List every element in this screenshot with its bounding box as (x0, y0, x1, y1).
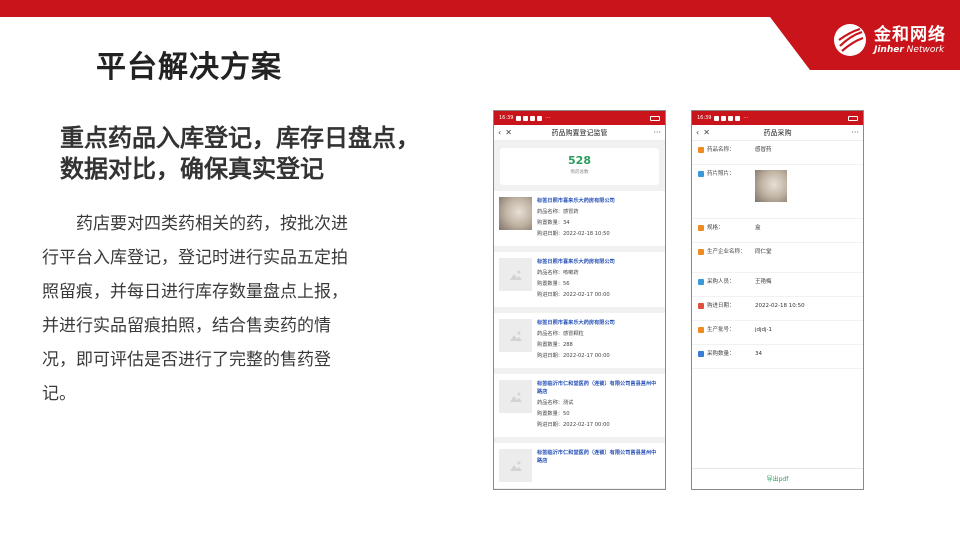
record-drug-name: 药品名称：感冒药 (537, 209, 579, 215)
record-store: 标签临沂市仁和堂医药（连锁）有限公司莒县莒州中路店 (537, 381, 657, 395)
record-store: 标签日照市喜来乐大药房有限公司 (537, 198, 615, 204)
field-label: 规格： (707, 225, 724, 231)
record-quantity: 购置数量：288 (537, 342, 573, 348)
purchase-record[interactable]: 标签日照市喜来乐大药房有限公司 药品名称：感冒颗粒 购置数量：288 购进日期：202… (494, 313, 665, 368)
calendar-icon (698, 303, 704, 309)
image-placeholder-icon (499, 258, 532, 291)
drug-name-icon (698, 147, 704, 153)
status-bar: 16:39 ··· (494, 111, 665, 125)
status-time: 16:39 (499, 115, 514, 121)
jinher-logo-icon (834, 24, 866, 56)
body-paragraph: 药店要对四类药相关的药，按批次进行平台入库登记，登记时进行实品五定拍照留痕，并每… (42, 214, 348, 404)
brand-name-en: Jinher Network (874, 44, 945, 55)
field-label: 药片照片： (707, 171, 735, 177)
total-label: 购药总数 (570, 170, 589, 175)
record-quantity: 购置数量：34 (537, 220, 570, 226)
record-list: 标签日照市喜来乐大药房有限公司 药品名称：感冒药 购置数量：34 购进日期：2022-… (494, 191, 665, 488)
notification-icons (516, 115, 543, 121)
image-placeholder-icon (499, 319, 532, 352)
spec-icon (698, 225, 704, 231)
page-title: 药品购置登记监管 (551, 128, 608, 137)
record-drug-name: 药品名称：感冒颗粒 (537, 331, 584, 337)
field-label: 药品名称： (707, 147, 735, 153)
image-placeholder-icon (499, 449, 532, 482)
record-date: 购进日期：2022-02-17 00:00 (537, 422, 610, 428)
field-batch-number: 生产批号： jdjdj-1 (692, 321, 863, 345)
total-purchase-card: 528 购药总数 (500, 148, 659, 185)
drug-photo[interactable] (755, 170, 787, 202)
record-quantity: 购置数量：50 (537, 411, 570, 417)
status-bar: 16:39 ··· (692, 111, 863, 125)
total-count: 528 (568, 154, 591, 167)
nav-bar: ‹ ✕ 药品采购 ··· (692, 125, 863, 141)
more-icon[interactable]: ··· (851, 128, 859, 137)
headline-line-1: 重点药品入库登记，库存日盘点， (60, 123, 420, 152)
record-date: 购进日期：2022-02-17 00:00 (537, 353, 610, 359)
phone-purchase-detail: 16:39 ··· ‹ ✕ 药品采购 ··· 药品名称： 感冒药 药片照片： 规… (691, 110, 864, 490)
field-label: 购进日期： (707, 303, 735, 309)
record-drug-name: 药品名称：测试 (537, 400, 574, 406)
headline: 重点药品入库登记，库存日盘点， 数据对比，确保真实登记 (60, 122, 470, 184)
more-icon[interactable]: ··· (653, 128, 661, 137)
field-label: 生产批号： (707, 327, 735, 333)
field-buyer: 采购人员： 王艳梅 (692, 273, 863, 297)
field-quantity: 采购数量： 34 (692, 345, 863, 369)
field-value: 感冒药 (755, 147, 772, 153)
slide-title: 平台解决方案 (96, 50, 282, 85)
brand-logo-group: 金和网络 Jinher Network (830, 20, 946, 60)
photo-icon (698, 171, 704, 177)
field-value: 同仁堂 (755, 249, 772, 255)
record-date: 购进日期：2022-02-17 00:00 (537, 292, 610, 298)
record-store: 标签日照市喜来乐大药房有限公司 (537, 320, 615, 326)
purchase-record[interactable]: 标签日照市喜来乐大药房有限公司 药品名称：咳嗽药 购置数量：56 购进日期：2022-… (494, 252, 665, 307)
field-value: 王艳梅 (755, 279, 772, 285)
record-store: 标签临沂市仁和堂医药（连锁）有限公司莒县莒州中路店 (537, 450, 657, 464)
field-value: 2022-02-18 10:50 (755, 303, 805, 309)
record-quantity: 购置数量：56 (537, 281, 570, 287)
field-manufacturer: 生产企业名称： 同仁堂 (692, 243, 863, 273)
field-label: 生产企业名称： (707, 249, 746, 255)
field-drug-photo: 药片照片： (692, 165, 863, 219)
field-spec: 规格： 盒 (692, 219, 863, 243)
headline-line-2: 数据对比，确保真实登记 (60, 154, 324, 183)
image-placeholder-icon (499, 380, 532, 413)
user-icon (698, 279, 704, 285)
batch-icon (698, 327, 704, 333)
field-label: 采购人员： (707, 279, 735, 285)
field-drug-name: 药品名称： 感冒药 (692, 141, 863, 165)
purchase-record[interactable]: 标签日照市喜来乐大药房有限公司 药品名称：感冒药 购置数量：34 购进日期：2022-… (494, 191, 665, 246)
purchase-record[interactable]: 标签临沂市仁和堂医药（连锁）有限公司莒县莒州中路店 (494, 443, 665, 488)
export-pdf-button[interactable]: 导出pdf (692, 468, 863, 489)
record-store: 标签日照市喜来乐大药房有限公司 (537, 259, 615, 265)
brand-name-cn: 金和网络 (874, 24, 946, 45)
field-label: 采购数量： (707, 351, 735, 357)
drug-thumbnail (499, 197, 532, 230)
status-time: 16:39 (697, 115, 712, 121)
manufacturer-icon (698, 249, 704, 255)
quantity-icon (698, 351, 704, 357)
page-title: 药品采购 (763, 128, 792, 137)
record-date: 购进日期：2022-02-18 10:50 (537, 231, 610, 237)
field-value: 34 (755, 351, 762, 357)
field-value: jdjdj-1 (755, 327, 773, 333)
purchase-record[interactable]: 标签临沂市仁和堂医药（连锁）有限公司莒县莒州中路店药品名称：测试 购置数量：50 购… (494, 374, 665, 437)
field-purchase-date: 购进日期： 2022-02-18 10:50 (692, 297, 863, 321)
phone-purchase-list: 16:39 ··· ‹ ✕ 药品购置登记监管 ··· 528 购药总数 标签日照… (493, 110, 666, 490)
battery-icon (848, 115, 858, 121)
field-value: 盒 (755, 225, 761, 231)
record-drug-name: 药品名称：咳嗽药 (537, 270, 579, 276)
battery-icon (650, 115, 660, 121)
status-more: ··· (743, 115, 749, 121)
nav-bar: ‹ ✕ 药品购置登记监管 ··· (494, 125, 665, 141)
notification-icons (714, 115, 741, 121)
status-more: ··· (545, 115, 551, 121)
